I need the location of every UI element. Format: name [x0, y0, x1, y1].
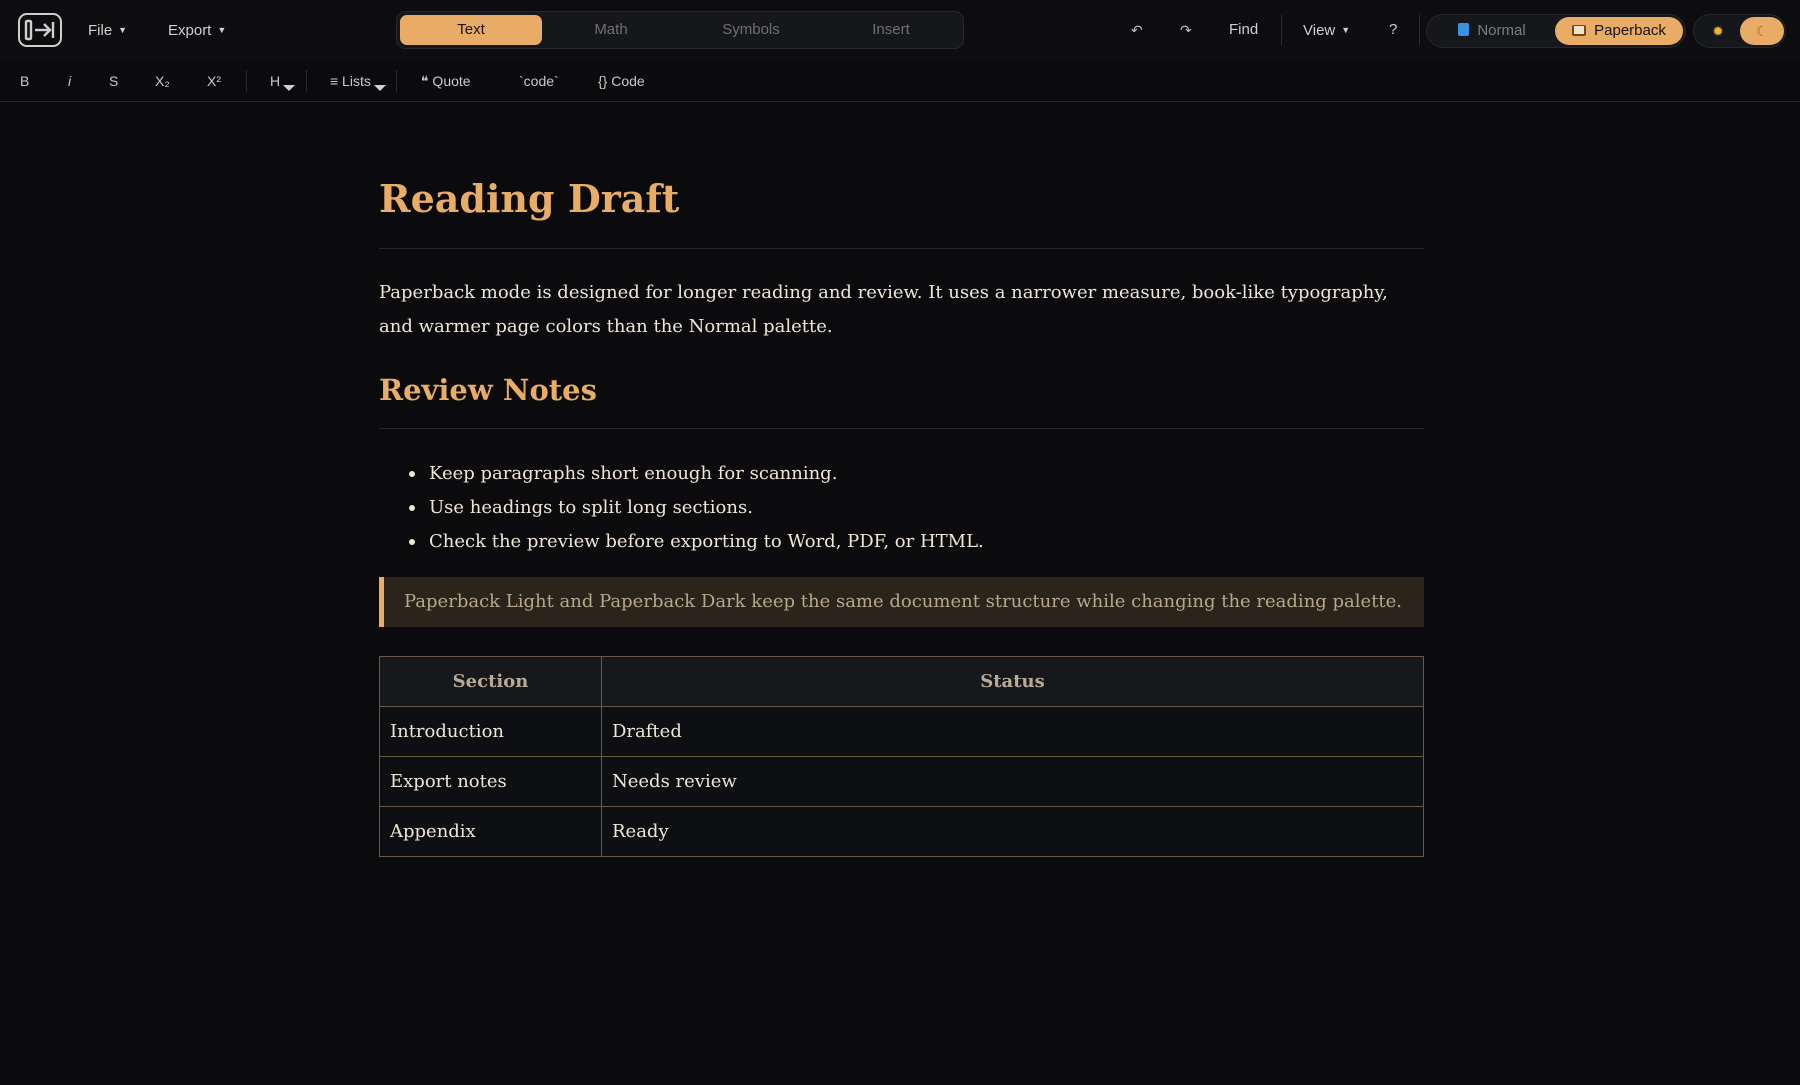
tab-symbols[interactable]: Symbols [680, 15, 822, 45]
bold-button[interactable]: B [20, 70, 29, 92]
table-row: Introduction Drafted [379, 706, 1424, 757]
strikethrough-button[interactable]: S [109, 70, 118, 92]
status-table: Section Status Introduction Drafted Expo… [379, 656, 1424, 857]
quote-button[interactable]: ❝ Quote [421, 70, 471, 92]
panel-exit-icon [24, 19, 55, 41]
file-menu-label: File [88, 22, 113, 39]
palette-paperback-label: Paperback [1594, 22, 1666, 39]
palette-paperback-button[interactable]: Paperback [1555, 17, 1683, 45]
heading-button[interactable]: H [270, 70, 280, 92]
lists-button[interactable]: ≡ Lists [330, 70, 371, 92]
redo-icon[interactable]: ↷ [1180, 18, 1192, 42]
table-cell: Introduction [379, 706, 602, 757]
blue-book-icon [1458, 23, 1470, 36]
top-toolbar: File ▼ Export ▼ Text Math Symbols Insert ↶… [0, 0, 1800, 60]
table-row: Export notes Needs review [379, 756, 1424, 807]
document-title: Reading Draft [379, 176, 680, 221]
theme-switcher: ✹ ☾ [1693, 14, 1786, 48]
toolbar-divider [1419, 15, 1420, 45]
moon-icon[interactable]: ☾ [1740, 17, 1784, 45]
table-cell: Ready [601, 806, 1424, 857]
tab-math[interactable]: Math [540, 15, 682, 45]
table-cell: Appendix [379, 806, 602, 857]
heading-label: H [270, 73, 281, 89]
table-cell: Export notes [379, 756, 602, 807]
superscript-button[interactable]: X² [207, 70, 221, 92]
caret-down-icon: ▼ [1341, 25, 1351, 35]
view-menu-button[interactable]: View ▼ [1303, 18, 1350, 42]
view-menu-label: View [1303, 22, 1336, 39]
format-divider [246, 70, 247, 92]
sun-icon[interactable]: ✹ [1696, 17, 1740, 45]
help-button[interactable]: ? [1389, 18, 1397, 42]
caret-down-icon [374, 85, 386, 91]
open-book-icon [1572, 25, 1587, 36]
export-menu-button[interactable]: Export ▼ [168, 18, 226, 42]
table-header-cell: Section [379, 656, 602, 707]
caret-down-icon [283, 85, 295, 91]
list-item: Check the preview before exporting to Wo… [379, 525, 984, 559]
list-item: Keep paragraphs short enough for scannin… [379, 457, 984, 491]
find-button[interactable]: Find [1229, 18, 1258, 42]
caret-down-icon: ▼ [118, 25, 128, 35]
palette-switcher: Normal Paperback [1426, 14, 1686, 48]
format-divider [396, 70, 397, 92]
sidebar-toggle-icon[interactable] [18, 13, 62, 47]
tab-insert[interactable]: Insert [820, 15, 962, 45]
table-header-row: Section Status [379, 656, 1424, 707]
blockquote: Paperback Light and Paperback Dark keep … [379, 577, 1424, 627]
palette-normal-button[interactable]: Normal [1429, 17, 1555, 45]
inline-code-button[interactable]: `code` [519, 70, 559, 92]
table-header-cell: Status [601, 656, 1424, 707]
intro-paragraph: Paperback mode is designed for longer re… [379, 282, 1388, 337]
italic-button[interactable]: i [68, 70, 71, 92]
heading-divider [379, 428, 1424, 429]
format-toolbar: B i S X₂ X² H ≡ Lists ❝ Quote `code` {} … [0, 60, 1800, 102]
undo-icon[interactable]: ↶ [1131, 18, 1143, 42]
table-row: Appendix Ready [379, 806, 1424, 857]
file-menu-button[interactable]: File ▼ [88, 18, 127, 42]
table-cell: Drafted [601, 706, 1424, 757]
caret-down-icon: ▼ [217, 25, 227, 35]
mode-tabs: Text Math Symbols Insert [396, 11, 964, 49]
subscript-button[interactable]: X₂ [155, 70, 170, 92]
code-block-button[interactable]: {} Code [598, 70, 645, 92]
lists-label: ≡ Lists [330, 73, 371, 89]
list-item: Use headings to split long sections. [379, 491, 984, 525]
format-divider [306, 70, 307, 92]
export-menu-label: Export [168, 22, 212, 39]
toolbar-divider [1281, 15, 1282, 45]
bullet-list: Keep paragraphs short enough for scannin… [379, 457, 984, 559]
tab-text[interactable]: Text [400, 15, 542, 45]
palette-normal-label: Normal [1477, 22, 1526, 39]
title-divider [379, 248, 1424, 249]
table-cell: Needs review [601, 756, 1424, 807]
section-heading: Review Notes [379, 373, 597, 407]
